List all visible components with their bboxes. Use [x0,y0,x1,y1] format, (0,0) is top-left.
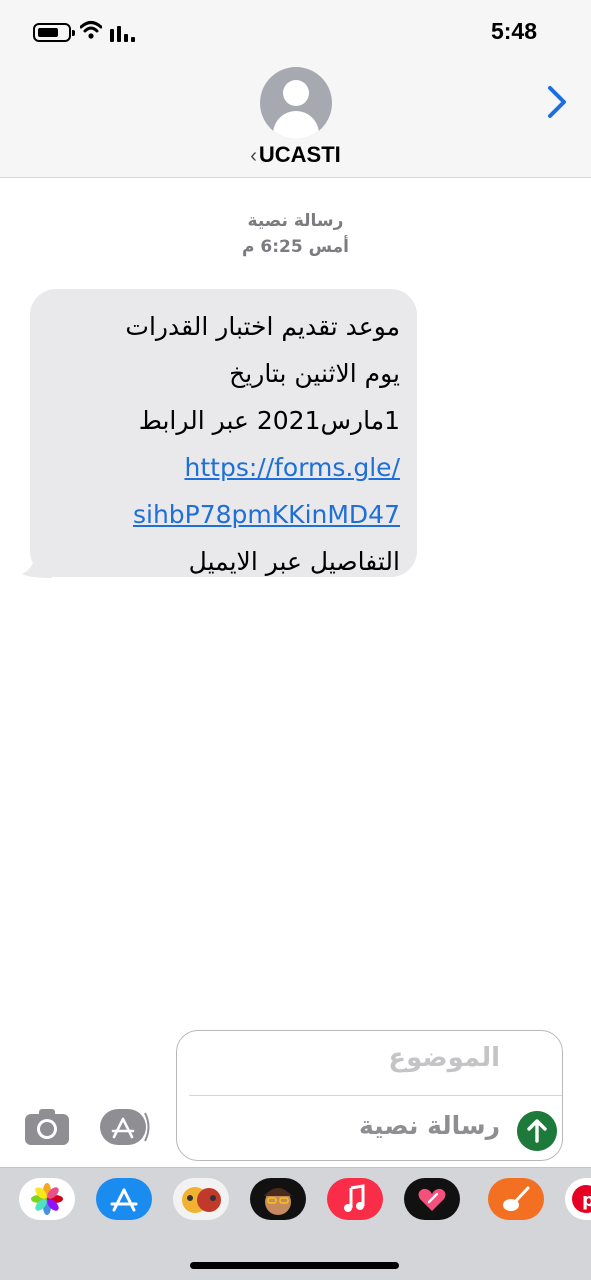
subject-field[interactable]: الموضوع [388,1043,500,1073]
conversation-header: ‹UCASTI [0,62,591,178]
garageband-icon[interactable] [488,1178,544,1220]
app-store-icon[interactable] [100,1107,152,1147]
memoji-icon[interactable] [250,1178,306,1220]
message-meta: رسالة نصية أمس 6:25 م [0,208,591,260]
digital-touch-icon[interactable] [404,1178,460,1220]
app-store-icon[interactable] [96,1178,152,1220]
message-link[interactable]: https://forms.gle/ [50,444,401,491]
person-icon[interactable] [260,67,332,139]
photos-icon[interactable] [19,1178,75,1220]
message-line: يوم الاثنين بتاريخ [229,359,400,388]
message-field[interactable]: رسالة نصية [359,1111,500,1140]
message-line: موعد تقديم اختبار القدرات [125,312,400,341]
message-line: 1مارس2021 عبر الرابط [138,406,400,435]
chevron-left-small-icon: ‹ [250,145,257,167]
compose-box: الموضوع رسالة نصية [176,1030,563,1161]
status-time: 5:48 [490,18,537,44]
status-bar: 5:48 [0,0,591,62]
message-bubble[interactable]: موعد تقديم اختبار القدرات يوم الاثنين بت… [30,289,417,577]
contact-name[interactable]: UCASTI [259,142,341,167]
animoji-icon[interactable] [173,1178,229,1220]
music-icon[interactable] [327,1178,383,1220]
arrow-up-icon[interactable] [517,1111,557,1151]
message-line: التفاصيل عبر الايميل [188,547,400,576]
wifi-icon [80,21,102,39]
compose-divider [189,1095,562,1096]
message-link[interactable]: sihbP78pmKKinMD47 [50,491,400,538]
home-indicator [190,1262,399,1269]
contact-name-row[interactable]: ‹UCASTI [0,142,591,168]
message-type-label: رسالة نصية [247,211,344,231]
cellular-signal-icon [110,24,138,42]
chevron-right-icon[interactable] [545,84,569,120]
pinterest-icon[interactable]: p [565,1178,591,1220]
battery-icon [33,23,75,42]
svg-text:p: p [582,1190,591,1211]
camera-icon[interactable] [24,1108,70,1146]
message-timestamp: أمس 6:25 م [242,237,349,257]
